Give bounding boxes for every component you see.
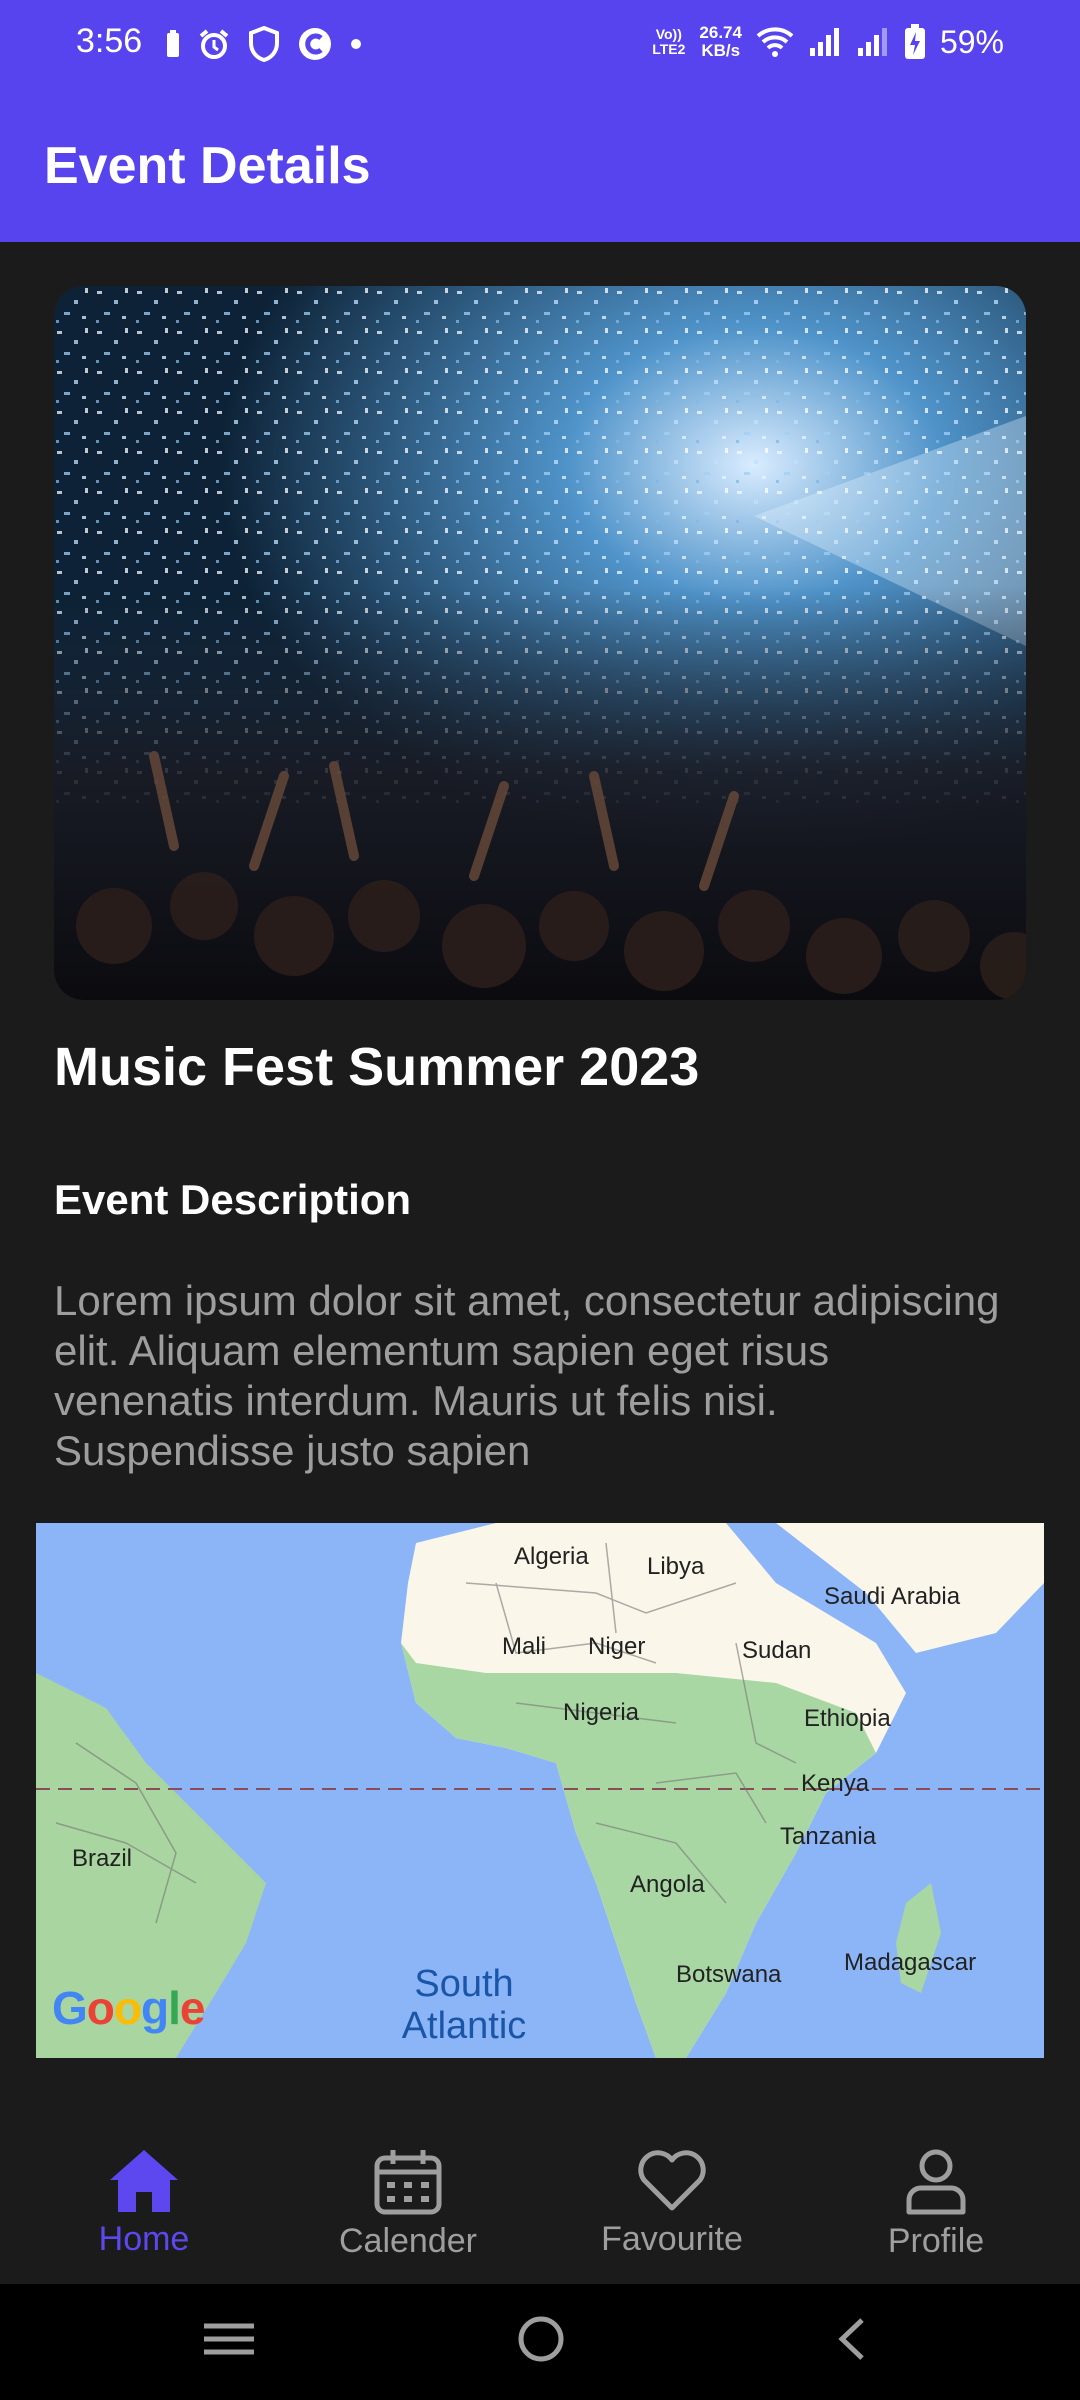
battery-percent: 59%: [939, 23, 1004, 60]
nav-home[interactable]: Home: [34, 2148, 254, 2259]
alarm-icon: [199, 29, 229, 59]
map-label-sudan: Sudan: [742, 1637, 812, 1664]
system-navigation-bar: [0, 2284, 1080, 2400]
map-label-libya: Libya: [647, 1553, 705, 1580]
map-label-ethiopia: Ethiopia: [804, 1705, 891, 1732]
nav-profile-label: Profile: [887, 2222, 985, 2260]
map-label-angola: Angola: [630, 1871, 705, 1898]
nav-favourite-label: Favourite: [601, 2220, 743, 2258]
map-label-saudi-arabia: Saudi Arabia: [824, 1583, 961, 1610]
dot-icon: [351, 39, 361, 49]
nav-calendar-label: Calender: [339, 2222, 477, 2260]
concert-photo: [54, 286, 1026, 1000]
nav-home-label: Home: [98, 2220, 190, 2258]
home-icon: [110, 2150, 178, 2212]
map-label-algeria: Algeria: [514, 1543, 589, 1570]
shield-icon: [249, 26, 279, 62]
nav-calendar[interactable]: Calender: [298, 2148, 518, 2261]
map-label-nigeria: Nigeria: [563, 1699, 640, 1726]
calendar-icon: [374, 2150, 442, 2215]
status-bar: 3:56 Vo)) LTE2 26.74 KB/s 59%: [0, 0, 1080, 88]
description-heading: Event Description: [54, 1176, 412, 1223]
status-left-icons: [166, 24, 362, 64]
signal-icon: [857, 28, 887, 56]
volte-indicator: Vo)) LTE2: [652, 26, 686, 57]
page-title: Event Details: [44, 137, 371, 195]
home-circle-icon[interactable]: [516, 2314, 566, 2364]
map-label-ocean: South Atlantic: [401, 1963, 527, 2047]
app-bar: Event Details: [0, 88, 1080, 242]
recents-icon[interactable]: [204, 2314, 254, 2364]
event-title: Music Fest Summer 2023: [54, 1037, 700, 1097]
app-c-icon: [299, 28, 331, 60]
battery-saver-icon: [167, 30, 179, 57]
net-speed: 26.74 KB/s: [699, 23, 742, 60]
battery-charging-icon: [904, 24, 925, 59]
nav-favourite[interactable]: Favourite: [562, 2148, 782, 2259]
map-label-botswana: Botswana: [676, 1961, 782, 1988]
map-label-mali: Mali: [502, 1633, 547, 1660]
map-label-madagascar: Madagascar: [844, 1949, 977, 1976]
map-label-kenya: Kenya: [801, 1770, 870, 1797]
event-image: [54, 286, 1026, 1000]
signal-icon: [809, 28, 839, 56]
map-label-niger: Niger: [588, 1633, 646, 1660]
back-icon[interactable]: [828, 2314, 878, 2364]
nav-profile[interactable]: Profile: [826, 2148, 1046, 2261]
map-label-tanzania: Tanzania: [780, 1823, 877, 1850]
map-label-brazil: Brazil: [72, 1845, 133, 1872]
heart-icon: [638, 2150, 706, 2211]
status-time: 3:56: [76, 22, 143, 60]
bottom-navigation: Home Calender Favourite Profile: [0, 2068, 1080, 2284]
google-logo: Google: [52, 1982, 205, 2034]
event-description: Lorem ipsum dolor sit amet, consectetur …: [54, 1277, 1000, 1474]
wifi-icon: [756, 27, 794, 57]
event-map[interactable]: Algeria Libya Saudi Arabia Mali Niger Su…: [36, 1523, 1044, 2058]
profile-icon: [906, 2149, 966, 2215]
status-right-icons: Vo)) LTE2 26.74 KB/s 59%: [652, 20, 1004, 64]
